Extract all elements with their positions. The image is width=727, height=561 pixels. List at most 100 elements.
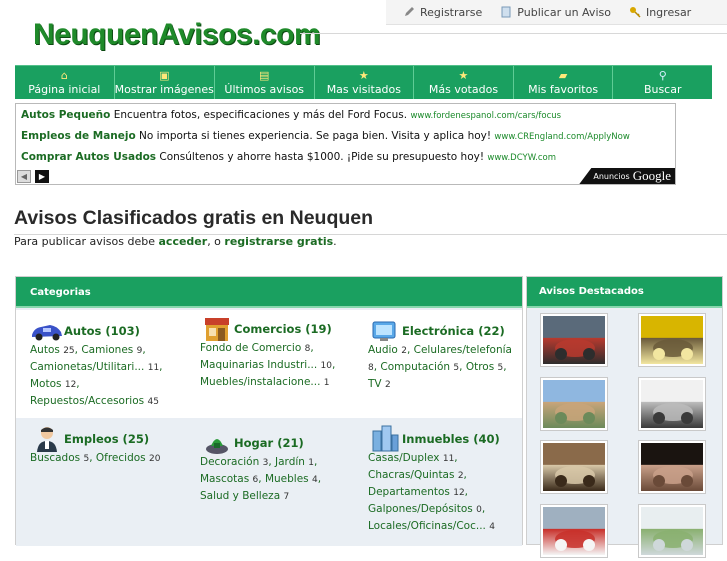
subcategory-link[interactable]: Maquinarias Industri... [200, 359, 317, 371]
subcategory-count: 5 [497, 363, 504, 373]
ad-item[interactable]: Empleos de Manejo No importa si tienes e… [21, 130, 630, 142]
subcategory-count: 11 [442, 454, 455, 464]
nav-home[interactable]: ⌂ Página inicial [15, 66, 115, 99]
ad-item[interactable]: Comprar Autos Usados Consúltenos y ahorr… [21, 151, 556, 163]
nav-show-images[interactable]: ▣ Mostrar imágenes [115, 66, 215, 99]
subcategory-link[interactable]: Chacras/Quintas [368, 469, 454, 481]
login-link-inline[interactable]: acceder [159, 235, 208, 248]
subcategory-list: Fondo de Comercio 8, Maquinarias Industr… [200, 342, 336, 388]
subcategory-list: Casas/Duplex 11, Chacras/Quintas 2, Depa… [368, 452, 495, 532]
nav-search[interactable]: ⚲ Buscar [613, 66, 712, 99]
page-title: Avisos Clasificados gratis en Neuquen [14, 207, 374, 229]
subcategory-link[interactable]: Salud y Belleza [200, 490, 280, 502]
subcategory-link[interactable]: Motos [30, 378, 62, 390]
subcategory-link[interactable]: Autos [30, 344, 60, 356]
field-image [543, 380, 605, 428]
nav-latest[interactable]: ▤ Últimos avisos [215, 66, 315, 99]
subcategory-link[interactable]: Otros [466, 361, 494, 373]
pencil-icon [403, 6, 415, 18]
subcategory-count: 25 [63, 346, 75, 356]
subcategory-link[interactable]: Casas/Duplex [368, 452, 440, 464]
subcategory-link[interactable]: Galpones/Depósitos [368, 503, 473, 515]
subcategory-link[interactable]: Computación [380, 361, 450, 373]
star-icon: ★ [358, 69, 369, 82]
subcategory-link[interactable]: Camiones [81, 344, 133, 356]
subcategory-link[interactable]: Jardín [275, 456, 305, 468]
subcategory-link[interactable]: TV [368, 378, 382, 390]
ad-prev-button[interactable]: ◀ [17, 170, 31, 183]
subcategory-link[interactable]: Repuestos/Accesorios [30, 395, 144, 407]
subcategory-link[interactable]: Departamentos [368, 486, 450, 498]
subcategory-link[interactable]: Ofrecidos [96, 452, 146, 464]
subcategory-link[interactable]: Muebles [265, 473, 309, 485]
category-link[interactable]: Electrónica (22) [402, 323, 505, 339]
subcategory-link[interactable]: Celulares/telefonía [414, 344, 512, 356]
subcategory-count: 7 [283, 492, 290, 502]
site-logo[interactable]: NeuquenAvisos.com [33, 18, 321, 52]
category-hogar: Hogar (21) Decoración 3, Jardín 1, Mascot… [200, 429, 350, 505]
subcategory-count: 9 [136, 346, 143, 356]
subcategory-count: 12 [64, 380, 77, 390]
featured-thumbnail[interactable] [540, 377, 608, 431]
search-icon: ⚲ [658, 69, 667, 82]
category-link[interactable]: Hogar (21) [234, 435, 304, 451]
featured-panel: Avisos Destacados [526, 276, 723, 558]
category-comercios: Comercios (19) Fondo de Comercio 8, Maqui… [200, 315, 350, 391]
subcategory-link[interactable]: Buscados [30, 452, 80, 464]
subcategory-count: 0 [476, 505, 482, 515]
subcategory-count: 20 [148, 454, 161, 464]
category-link[interactable]: Comercios (19) [234, 321, 332, 337]
ad-next-button[interactable]: ▶ [35, 170, 49, 183]
subcategory-count: 11 [147, 363, 160, 373]
categories-header: Categorias [16, 277, 522, 308]
subcategory-link[interactable]: Audio [368, 344, 398, 356]
subcategory-link[interactable]: Muebles/instalacione... [200, 376, 320, 388]
register-link[interactable]: Registrarse [403, 6, 482, 19]
nav-favorites[interactable]: ▰ Mis favoritos [514, 66, 614, 99]
category-link[interactable]: Autos (103) [64, 323, 140, 339]
subcategory-list: Buscados 5, Ofrecidos 20 [30, 452, 161, 464]
subcategory-count: 12 [453, 488, 465, 498]
subcategory-count: 6 [252, 475, 259, 485]
subcategory-count: 3 [262, 458, 269, 468]
publish-ad-link[interactable]: Publicar un Aviso [500, 6, 611, 19]
car-icon [30, 317, 64, 345]
login-link[interactable]: Ingresar [629, 6, 691, 19]
store-icon [200, 315, 234, 343]
subcategory-link[interactable]: Decoración [200, 456, 259, 468]
register-link-inline[interactable]: registrarse gratis [224, 235, 333, 248]
featured-thumbnail[interactable] [540, 313, 608, 367]
room-image [641, 316, 703, 364]
category-link[interactable]: Inmuebles (40) [402, 431, 500, 447]
subcategory-list: Autos 25, Camiones 9, Camionetas/Utilita… [30, 344, 163, 407]
subcategory-link[interactable]: Locales/Oficinas/Coc... [368, 520, 486, 532]
category-link[interactable]: Empleos (25) [64, 431, 149, 447]
subcategory-link[interactable]: Mascotas [200, 473, 249, 485]
subcategory-count: 4 [489, 522, 495, 532]
images-icon: ▣ [159, 69, 170, 82]
category-inmuebles: Inmuebles (40) Casas/Duplex 11, Chacras/Q… [368, 425, 513, 535]
latest-icon: ▤ [259, 69, 270, 82]
featured-thumbnail[interactable] [540, 504, 608, 558]
top-links-bar: Registrarse Publicar un Aviso Ingresar [386, 0, 727, 25]
ads-by-google-badge[interactable]: Anuncios Google [579, 168, 675, 184]
nav-most-visited[interactable]: ★ Mas visitados [315, 66, 415, 99]
subcategory-count: 8 [368, 363, 374, 373]
buildings-icon [368, 425, 402, 453]
subcategory-count: 5 [453, 363, 460, 373]
subcategory-count: 2 [457, 471, 464, 481]
subcategory-link[interactable]: Fondo de Comercio [200, 342, 301, 354]
featured-thumbnail[interactable] [638, 440, 706, 494]
subcategory-list: Decoración 3, Jardín 1, Mascotas 6, Mueb… [200, 456, 322, 502]
subcategory-link[interactable]: Camionetas/Utilitari... [30, 361, 144, 373]
electronics-icon [368, 317, 402, 345]
subcategory-count: 4 [311, 475, 318, 485]
featured-thumbnail[interactable] [638, 504, 706, 558]
featured-thumbnail[interactable] [638, 313, 706, 367]
ad-item[interactable]: Autos Pequeño Encuentra fotos, especific… [21, 109, 561, 121]
subcategory-count: 1 [323, 378, 330, 388]
nav-most-voted[interactable]: ★ Más votados [414, 66, 514, 99]
featured-thumbnail[interactable] [638, 377, 706, 431]
featured-thumbnail[interactable] [540, 440, 608, 494]
star-icon: ★ [458, 69, 469, 82]
